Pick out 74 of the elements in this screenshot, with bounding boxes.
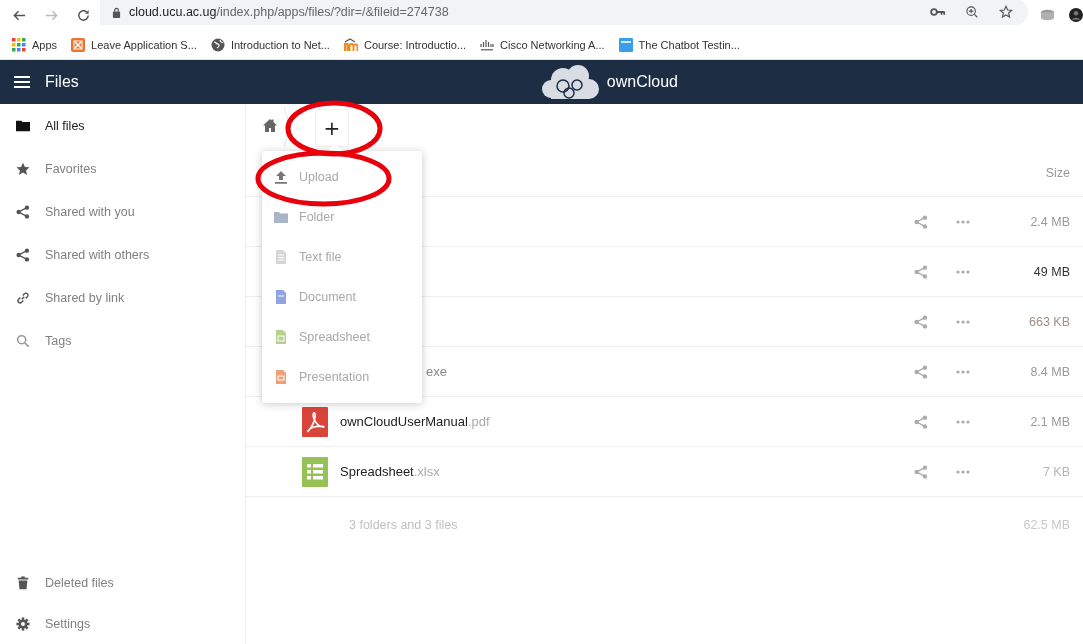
menu-item[interactable]: Upload <box>262 157 422 197</box>
file-size: 8.4 MB <box>1029 364 1070 379</box>
sidebar-item[interactable]: All files <box>0 104 245 147</box>
chevron-icon <box>283 107 291 147</box>
folder-icon <box>274 210 288 224</box>
bookmark-link[interactable]: Cisco Networking A... <box>480 37 605 52</box>
home-icon[interactable] <box>263 118 277 132</box>
app-icon <box>71 37 86 52</box>
column-header[interactable]: Size <box>1045 166 1070 180</box>
text-file-icon <box>274 250 288 264</box>
profile-avatar[interactable] <box>1069 8 1083 22</box>
file-size: 2.1 MB <box>1029 414 1070 429</box>
pdf-file-icon <box>302 406 328 437</box>
url-text: cloud.ucu.ac.ug/index.php/apps/files/?dir=/&fileid=274738 <box>128 5 449 19</box>
sidebar-item[interactable]: Shared with you <box>0 190 245 233</box>
grid-icon <box>12 37 26 52</box>
share-icon[interactable] <box>914 414 928 429</box>
globe-icon <box>210 37 225 52</box>
search-icon <box>16 333 30 348</box>
share-icon[interactable] <box>914 364 928 379</box>
bookmark-link[interactable]: Introduction to Net... <box>210 37 330 52</box>
spreadsheet-file-icon <box>302 456 328 487</box>
address-bar[interactable]: cloud.ucu.ac.ug/index.php/apps/files/?dir=/&fileid=274738 <box>99 0 1029 25</box>
share-icon[interactable] <box>914 464 928 479</box>
bookmark-link[interactable]: The Chatbot Testin... <box>618 37 740 52</box>
chat-icon <box>618 37 633 52</box>
key-icon[interactable] <box>930 5 947 19</box>
menu-item[interactable]: Folder <box>262 197 422 237</box>
sidebar-item[interactable]: Deleted files <box>0 562 245 603</box>
extension-icon[interactable] <box>1040 9 1056 21</box>
summary-text: 3 folders and 3 files <box>349 518 459 532</box>
spreadsheet-icon <box>274 330 288 344</box>
bars-icon <box>480 37 495 52</box>
sidebar-item[interactable]: Settings <box>0 603 245 644</box>
share-icon <box>16 204 30 219</box>
sidebar-item[interactable]: Shared with others <box>0 233 245 276</box>
star-icon <box>16 161 30 176</box>
sidebar-item[interactable]: Favorites <box>0 147 245 190</box>
presentation-icon <box>274 370 288 384</box>
new-button[interactable]: + <box>315 109 349 147</box>
share-icon[interactable] <box>914 314 928 329</box>
settings-icon <box>16 616 30 631</box>
bookmark-link[interactable]: Course: Introductio... <box>343 37 467 52</box>
folder-icon <box>16 118 30 133</box>
share-icon[interactable] <box>914 264 928 279</box>
menu-icon[interactable] <box>14 75 30 89</box>
file-size: 2.4 MB <box>1029 214 1070 229</box>
link-icon <box>16 290 30 305</box>
trash-icon <box>16 575 30 590</box>
bookmark-link[interactable]: Leave Application S... <box>71 37 197 52</box>
share-icon[interactable] <box>914 214 928 229</box>
upload-icon <box>274 170 288 184</box>
menu-item[interactable]: Spreadsheet <box>262 317 422 357</box>
file-size: 49 MB <box>1032 264 1070 279</box>
menu-item[interactable]: Presentation <box>262 357 422 397</box>
file-name[interactable]: ownCloudUserManual.pdf <box>340 414 490 429</box>
file-name[interactable]: exe <box>426 364 447 379</box>
menu-item[interactable]: Text file <box>262 237 422 277</box>
app-title: Files <box>45 73 79 91</box>
sidebar-item[interactable]: Tags <box>0 319 245 362</box>
cloud-logo-icon <box>540 64 601 100</box>
share-icon <box>16 247 30 262</box>
brand-name: ownCloud <box>606 73 678 91</box>
star-icon[interactable] <box>998 5 1015 19</box>
sidebar-item[interactable]: Shared by link <box>0 276 245 319</box>
course-icon <box>343 37 358 52</box>
menu-item[interactable]: Document <box>262 277 422 317</box>
lock-icon <box>111 6 121 18</box>
bookmark-link[interactable]: Apps <box>12 37 58 52</box>
document-icon <box>274 290 288 304</box>
file-size: 663 KB <box>1028 314 1070 329</box>
reload-icon[interactable] <box>75 7 91 23</box>
file-name[interactable]: Spreadsheet.xlsx <box>340 464 440 479</box>
file-size: 7 KB <box>1041 464 1070 479</box>
